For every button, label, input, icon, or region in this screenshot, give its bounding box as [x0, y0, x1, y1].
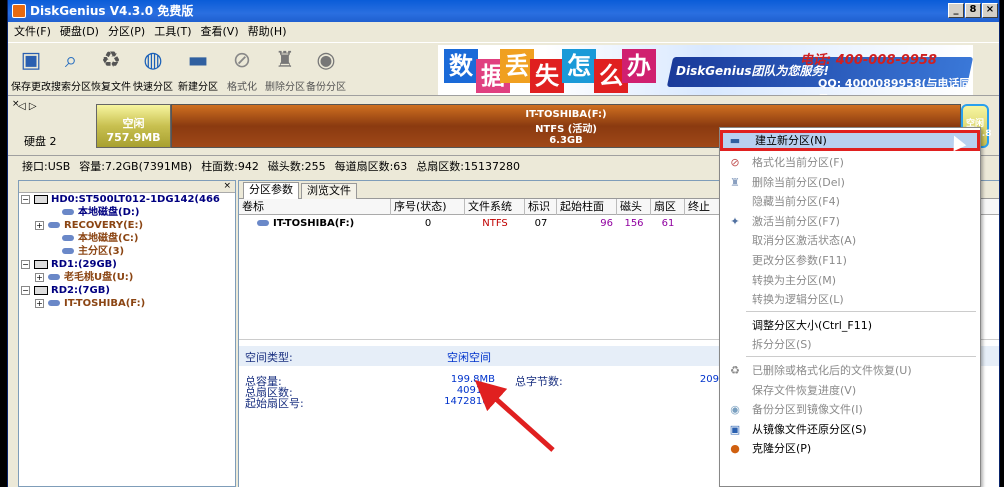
restore-icon: ▣: [729, 422, 741, 436]
context-menu-label: 调整分区大小(Ctrl_F11): [752, 318, 872, 332]
context-menu-label: 更改分区参数(F11): [752, 254, 847, 267]
context-menu-item[interactable]: 取消分区激活状态(A): [720, 230, 980, 251]
backup-icon: ◉: [730, 403, 740, 417]
context-menu-label: 已删除或格式化后的文件恢复(U): [752, 364, 912, 377]
recover-icon: ♻: [730, 364, 740, 377]
app-window: DiskGenius V4.3.0 免费版 _ 8 × 文件(F) 硬盘(D) 分区…: [7, 0, 1000, 487]
context-menu-label: 克隆分区(P): [752, 442, 812, 456]
delete-icon: ♜: [730, 175, 740, 189]
context-menu-label: 建立新分区(N): [755, 134, 827, 147]
context-menu-item[interactable]: 隐藏当前分区(F4): [720, 191, 980, 212]
context-menu-label: 拆分分区(S): [752, 338, 812, 352]
context-menu-label: 格式化当前分区(F): [752, 156, 844, 169]
context-menu-label: 激活当前分区(F7): [752, 214, 840, 228]
activate-icon: ✦: [730, 214, 740, 228]
context-menu-item[interactable]: ♜ 删除当前分区(Del): [720, 172, 980, 193]
menu-separator: [746, 310, 976, 312]
context-menu-item[interactable]: ✦ 激活当前分区(F7): [720, 211, 980, 232]
clone-icon: ●: [730, 442, 740, 456]
context-menu-item[interactable]: 拆分分区(S): [720, 334, 980, 355]
context-menu-item[interactable]: 保存文件恢复进度(V): [720, 380, 980, 401]
context-menu-label: 转换为逻辑分区(L): [752, 293, 844, 307]
context-menu-item[interactable]: ● 克隆分区(P): [720, 438, 980, 459]
context-menu-item[interactable]: 转换为主分区(M): [720, 270, 980, 291]
context-menu-item[interactable]: ♻ 已删除或格式化后的文件恢复(U): [720, 360, 980, 381]
context-menu-item[interactable]: ⊘ 格式化当前分区(F): [720, 152, 980, 173]
context-menu-item[interactable]: 更改分区参数(F11): [720, 250, 980, 271]
context-menu-label: 取消分区激活状态(A): [752, 234, 857, 248]
format-icon: ⊘: [730, 156, 740, 169]
context-menu-item[interactable]: ▬ 建立新分区(N): [720, 130, 980, 151]
menu-separator: [746, 356, 976, 357]
context-menu-label: 转换为主分区(M): [752, 273, 837, 287]
context-menu-label: 从镜像文件还原分区(S): [752, 422, 867, 436]
context-menu-item[interactable]: 转换为逻辑分区(L): [720, 289, 980, 310]
context-menu-label: 备份分区到镜像文件(I): [752, 403, 863, 417]
red-arrow-details: [474, 379, 555, 452]
context-menu-item[interactable]: ▣ 从镜像文件还原分区(S): [720, 419, 980, 440]
context-menu-item[interactable]: ◉ 备份分区到镜像文件(I): [720, 399, 980, 420]
context-menu-label: 删除当前分区(Del): [752, 175, 845, 189]
new-partition-icon: ▬: [729, 134, 741, 147]
context-menu-label: 隐藏当前分区(F4): [752, 195, 840, 209]
context-menu-label: 保存文件恢复进度(V): [752, 383, 857, 397]
context-menu: ▬ 建立新分区(N) ⊘ 格式化当前分区(F) ♜ 删除当前分区(Del) 隐藏当前分区(F…: [719, 127, 981, 487]
context-menu-item[interactable]: 调整分区大小(Ctrl_F11): [720, 315, 980, 336]
